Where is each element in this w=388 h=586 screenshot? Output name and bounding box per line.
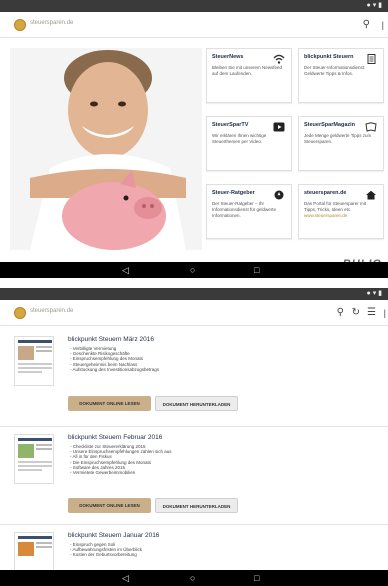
divider (0, 426, 388, 427)
download-button[interactable]: DOKUMENT HERUNTERLADEN (155, 498, 238, 513)
tile-steuer-ratgeber[interactable]: Steuer-Ratgeber Der Steuer-Ratgeber – Ih… (206, 184, 292, 239)
search-icon[interactable]: ⚲ (363, 18, 370, 32)
divider (0, 524, 388, 525)
issue-cover-image (18, 438, 52, 471)
tile-description: Jede Menge geldwerte Tipps zum Steuerspa… (304, 133, 372, 144)
recents-icon[interactable]: □ (254, 264, 259, 276)
list-item: blickpunkt Steuern Januar 2016 - Einspru… (14, 532, 384, 570)
man-with-piggy-bank-illustration (10, 48, 202, 250)
tile-steuernews[interactable]: SteuerNews Bleiben Sie mit unserem Newsf… (206, 48, 292, 103)
wifi-icon (273, 54, 285, 64)
read-online-button[interactable]: DOKUMENT ONLINE LESEN (68, 498, 151, 513)
home-screen: ● ▾ ▮ steuersparen.de ⚲ | SteuerNews Ble… (0, 0, 388, 278)
brand-name: steuersparen.de (30, 20, 74, 26)
archive-screen: ● ▾ ▮ steuersparen.de ⚲ ↻ ☰ | blickpunkt… (0, 288, 388, 586)
refresh-icon[interactable]: ↻ (352, 306, 360, 320)
home-button-icon[interactable]: ○ (190, 572, 195, 584)
tile-description: Das Portal für Steuersparer mit Tipps, T… (304, 201, 367, 212)
hero-image (10, 48, 202, 250)
issue-contents: - Checkliste zur Steuererklärung 2015 - … (70, 444, 172, 475)
issue-bullet: - Aufstockung des Investitionsabzugsbetr… (70, 366, 160, 372)
tile-description: Bleiben Sie mit unserem Newsfeed auf dem… (212, 65, 283, 76)
tile-description: Der Steuer-Ratgeber – Ihr Informationsdi… (212, 201, 277, 218)
android-nav-bar: ◁ ○ □ (0, 570, 388, 586)
magazine-icon (365, 122, 377, 132)
compass-icon (274, 190, 284, 200)
tile-description: Der Steuer-Informationsdienst: Geldwerte… (304, 65, 366, 76)
app-bar: steuersparen.de ⚲ | (0, 12, 388, 38)
issue-thumbnail[interactable] (14, 434, 54, 484)
tile-blickpunkt-steuern[interactable]: blickpunkt Steuern Der Steuer-Informatio… (298, 48, 384, 103)
play-icon (273, 122, 285, 132)
issue-cover-image (18, 340, 52, 373)
issue-title[interactable]: blickpunkt Steuern Januar 2016 (68, 532, 159, 539)
list-item: blickpunkt Steuern Februar 2016 - Checkl… (14, 434, 384, 516)
tile-steuerspartv[interactable]: SteuerSparTV Wir erklären Ihnen wichtige… (206, 116, 292, 171)
status-bar: ● ▾ ▮ (0, 0, 388, 12)
more-icon[interactable]: | (384, 306, 386, 320)
issue-bullet: - Vermietete Gewerbeimmobilien (70, 470, 136, 476)
tile-steuersparen-portal[interactable]: steuersparen.de Das Portal für Steuerspa… (298, 184, 384, 239)
list-item: blickpunkt Steuern März 2016 - Verbillig… (14, 336, 384, 418)
recents-icon[interactable]: □ (254, 572, 259, 584)
more-icon[interactable]: | (382, 18, 384, 32)
search-icon[interactable]: ⚲ (337, 306, 344, 320)
brand-name: steuersparen.de (30, 308, 74, 314)
read-online-button[interactable]: DOKUMENT ONLINE LESEN (68, 396, 151, 411)
home-button-icon[interactable]: ○ (190, 264, 195, 276)
issue-thumbnail[interactable] (14, 532, 54, 570)
home-icon (366, 190, 376, 200)
issue-thumbnail[interactable] (14, 336, 54, 386)
back-icon[interactable]: ◁ (122, 572, 129, 584)
issue-title[interactable]: blickpunkt Steuern März 2016 (68, 336, 154, 343)
download-button[interactable]: DOKUMENT HERUNTERLADEN (155, 396, 238, 411)
menu-icon[interactable]: ☰ (367, 306, 376, 320)
app-logo (14, 19, 26, 31)
back-icon[interactable]: ◁ (122, 264, 129, 276)
document-icon (367, 54, 376, 64)
issue-cover-image (18, 536, 52, 556)
android-nav-bar: ◁ ○ □ (0, 262, 388, 278)
tile-steuersparmagazin[interactable]: SteuerSparMagazin Jede Menge geldwerte T… (298, 116, 384, 171)
issue-contents: - Verbilligte Vermietung - Geschenkte Ri… (70, 346, 159, 372)
issue-contents: - Einspruch gegen Soli - Aufbewahrungsfr… (70, 542, 142, 558)
issue-bullet: - Kosten der Geburtsvorbereitung (70, 552, 137, 558)
app-bar: steuersparen.de ⚲ ↻ ☰ | (0, 300, 388, 326)
status-bar: ● ▾ ▮ (0, 288, 388, 300)
tile-description: Wir erklären Ihnen wichtige Steuerthemen… (212, 133, 267, 144)
app-logo (14, 307, 26, 319)
tile-link[interactable]: www.steuersparen.de (304, 213, 378, 219)
issue-title[interactable]: blickpunkt Steuern Februar 2016 (68, 434, 162, 441)
